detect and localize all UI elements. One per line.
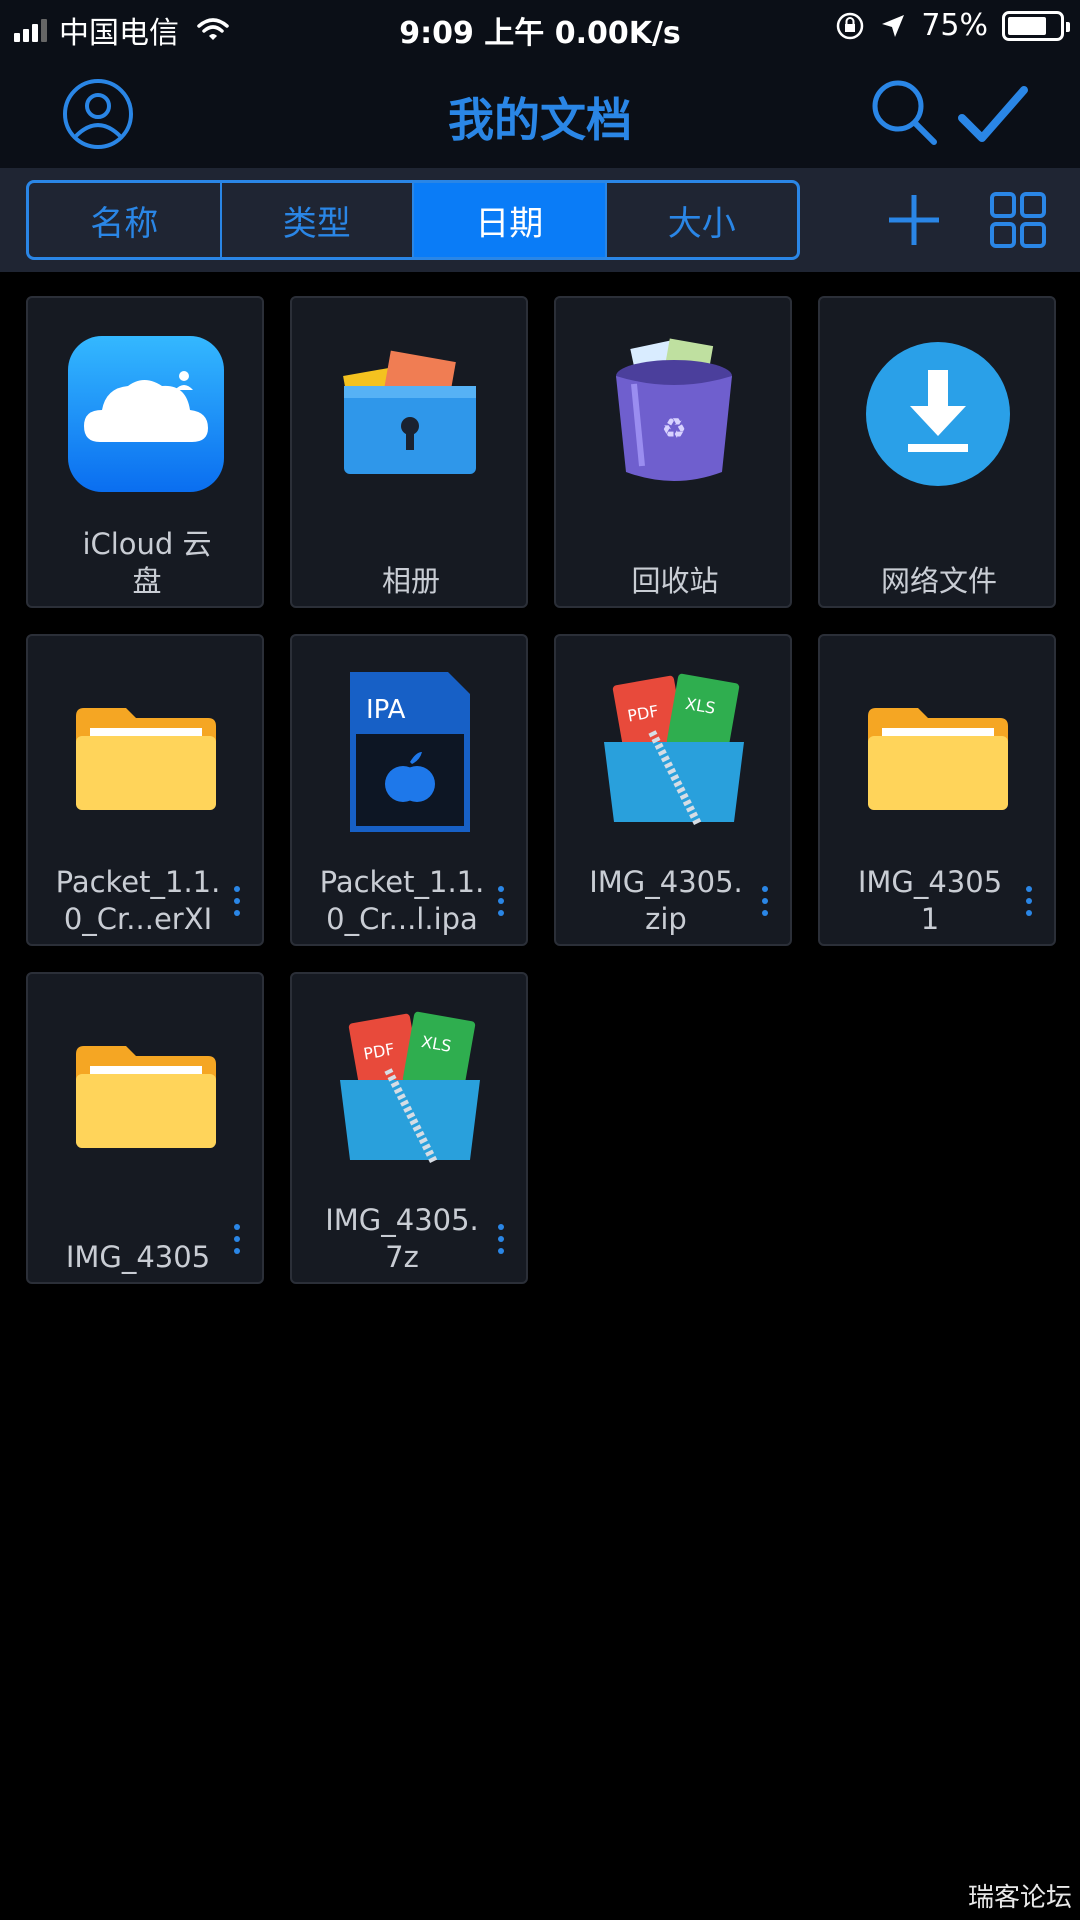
- wifi-icon: [197, 18, 229, 40]
- battery-percent: 75%: [921, 8, 988, 43]
- file-name: IMG_4305. zip: [589, 865, 743, 936]
- sort-tab-name[interactable]: 名称: [29, 183, 222, 257]
- grid-view-icon[interactable]: [988, 190, 1048, 250]
- orientation-lock-icon: [837, 12, 864, 39]
- more-options-icon[interactable]: [496, 886, 506, 916]
- file-name: IMG_4305 1: [857, 865, 1003, 936]
- sort-tab-size[interactable]: 大小: [607, 183, 798, 257]
- icloud-icon: [68, 336, 224, 492]
- file-name: Packet_1.1. 0_Cr...erXI: [55, 865, 221, 936]
- file-tile-folder[interactable]: IMG_4305: [26, 972, 264, 1284]
- folder-icon: [76, 708, 216, 810]
- archive-icon: PDF XLS: [604, 673, 744, 826]
- status-left: 中国电信: [14, 8, 229, 52]
- sort-segmented-control: 名称 类型 日期 大小: [26, 180, 800, 260]
- status-right: 75%: [835, 8, 1070, 43]
- more-options-icon[interactable]: [232, 886, 242, 916]
- more-options-icon[interactable]: [1024, 886, 1034, 916]
- more-options-icon[interactable]: [496, 1224, 506, 1254]
- file-name: Packet_1.1. 0_Cr...l.ipa: [319, 865, 485, 936]
- watermark: 瑞客论坛: [967, 1883, 1072, 1913]
- archive-icon: PDF XLS: [340, 1011, 480, 1164]
- navigation-bar: 我的文档: [0, 56, 1080, 168]
- file-name: iCloud 云 盘: [82, 527, 212, 598]
- signal-strength-icon: [14, 18, 47, 42]
- svg-text:♻: ♻: [661, 412, 686, 445]
- search-icon[interactable]: [868, 76, 940, 148]
- file-name: IMG_4305. 7z: [325, 1203, 479, 1274]
- plus-icon[interactable]: [884, 190, 944, 250]
- photo-album-folder-icon: [343, 350, 476, 474]
- folder-icon: [76, 1046, 216, 1148]
- checkmark-icon[interactable]: [956, 80, 1028, 152]
- file-tile-ipa[interactable]: IPA Packet_1.1. 0_Cr...l.ipa: [290, 634, 528, 946]
- more-options-icon[interactable]: [760, 886, 770, 916]
- sort-toolbar: 名称 类型 日期 大小: [0, 168, 1080, 272]
- sort-tab-date[interactable]: 日期: [414, 183, 607, 257]
- file-tile-folder[interactable]: IMG_4305 1: [818, 634, 1056, 946]
- battery-icon: [1002, 10, 1070, 41]
- file-name: 网络文件: [880, 564, 997, 598]
- file-tile-7z[interactable]: PDF XLS IMG_4305. 7z: [290, 972, 528, 1284]
- file-tile-recycle[interactable]: ♻ 回收站: [554, 296, 792, 608]
- download-icon: [866, 342, 1010, 486]
- file-name: IMG_4305: [65, 1240, 211, 1274]
- file-tile-icloud[interactable]: iCloud 云 盘: [26, 296, 264, 608]
- ipa-file-icon: IPA: [350, 672, 470, 832]
- recycle-bin-icon: ♻: [616, 338, 732, 481]
- file-tile-zip[interactable]: PDF XLS IMG_4305. zip: [554, 634, 792, 946]
- file-tile-network[interactable]: 网络文件: [818, 296, 1056, 608]
- ipa-label: IPA: [366, 695, 406, 725]
- location-arrow-icon: [882, 14, 905, 37]
- carrier-name: 中国电信: [59, 16, 179, 51]
- folder-icon: [868, 708, 1008, 810]
- more-options-icon[interactable]: [232, 1224, 242, 1254]
- status-bar: 中国电信 9:09 上午 0.00K/s 75%: [0, 0, 1080, 56]
- file-name: 回收站: [631, 564, 719, 598]
- file-tile-album[interactable]: 相册: [290, 296, 528, 608]
- sort-tab-type[interactable]: 类型: [222, 183, 414, 257]
- file-tile-folder[interactable]: Packet_1.1. 0_Cr...erXI: [26, 634, 264, 946]
- file-name: 相册: [381, 564, 440, 598]
